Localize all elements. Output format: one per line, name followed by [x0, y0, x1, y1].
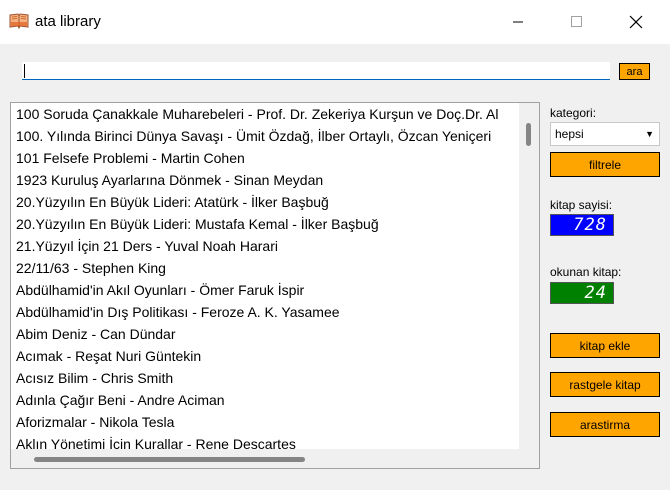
filter-button[interactable]: filtrele	[550, 152, 660, 177]
list-item[interactable]: 21.Yüzyıl İçin 21 Ders - Yuval Noah Hara…	[16, 235, 278, 257]
list-item[interactable]: 20.Yüzyılın En Büyük Lideri: Mustafa Kem…	[16, 213, 379, 235]
minimize-icon	[513, 21, 523, 23]
book-count-label: kitap sayisi:	[550, 198, 613, 212]
title-bar: ata library	[0, 0, 670, 44]
chevron-down-icon: ▼	[645, 129, 654, 139]
window-title: ata library	[35, 13, 101, 30]
search-button[interactable]: ara	[619, 63, 650, 80]
read-count-display: 24	[550, 282, 614, 304]
main-content: ara 100 Soruda Çanakkale Muharebeleri - …	[0, 44, 670, 490]
minimize-button[interactable]	[495, 0, 541, 44]
list-item[interactable]: Aforizmalar - Nikola Tesla	[16, 411, 174, 433]
close-button[interactable]	[613, 0, 659, 44]
add-book-button[interactable]: kitap ekle	[550, 333, 660, 358]
list-item[interactable]: 22/11/63 - Stephen King	[16, 257, 166, 279]
list-item[interactable]: 1923 Kuruluş Ayarlarına Dönmek - Sinan M…	[16, 169, 323, 191]
vertical-scrollbar[interactable]	[519, 103, 539, 449]
text-caret	[24, 64, 25, 78]
list-item[interactable]: 100 Soruda Çanakkale Muharebeleri - Prof…	[16, 103, 498, 125]
book-icon	[9, 13, 29, 29]
book-count-display: 728	[550, 214, 614, 236]
list-item[interactable]: Adınla Çağır Beni - Andre Aciman	[16, 389, 225, 411]
random-book-button[interactable]: rastgele kitap	[550, 372, 660, 397]
list-item[interactable]: Acısız Bilim - Chris Smith	[16, 367, 173, 389]
list-item[interactable]: Abim Deniz - Can Dündar	[16, 323, 176, 345]
list-item[interactable]: Abdülhamid'in Akıl Oyunları - Ömer Faruk…	[16, 279, 304, 301]
category-label: kategori:	[550, 106, 597, 120]
category-selected-value: hepsi	[555, 127, 584, 141]
research-button[interactable]: arastirma	[550, 412, 660, 437]
list-item[interactable]: 100. Yılında Birinci Dünya Savaşı - Ümit…	[16, 125, 491, 147]
maximize-button[interactable]	[554, 0, 600, 44]
book-list-items: 100 Soruda Çanakkale Muharebeleri - Prof…	[11, 103, 519, 449]
maximize-icon	[571, 16, 582, 27]
book-list[interactable]: 100 Soruda Çanakkale Muharebeleri - Prof…	[10, 102, 540, 469]
close-icon	[629, 15, 643, 29]
horizontal-scrollbar[interactable]	[11, 449, 539, 468]
list-item[interactable]: Abdülhamid'in Dış Politikası - Feroze A.…	[16, 301, 340, 323]
horizontal-scroll-thumb[interactable]	[34, 457, 305, 462]
list-item[interactable]: Acımak - Reşat Nuri Güntekin	[16, 345, 201, 367]
search-input[interactable]	[22, 62, 610, 80]
category-select[interactable]: hepsi ▼	[550, 122, 660, 146]
vertical-scroll-thumb[interactable]	[526, 123, 531, 146]
list-item[interactable]: 20.Yüzyılın En Büyük Lideri: Atatürk - İ…	[16, 191, 329, 213]
list-item[interactable]: Aklın Yönetimi İçin Kurallar - Rene Desc…	[16, 433, 296, 449]
list-item[interactable]: 101 Felsefe Problemi - Martin Cohen	[16, 147, 245, 169]
read-count-label: okunan kitap:	[550, 265, 622, 279]
